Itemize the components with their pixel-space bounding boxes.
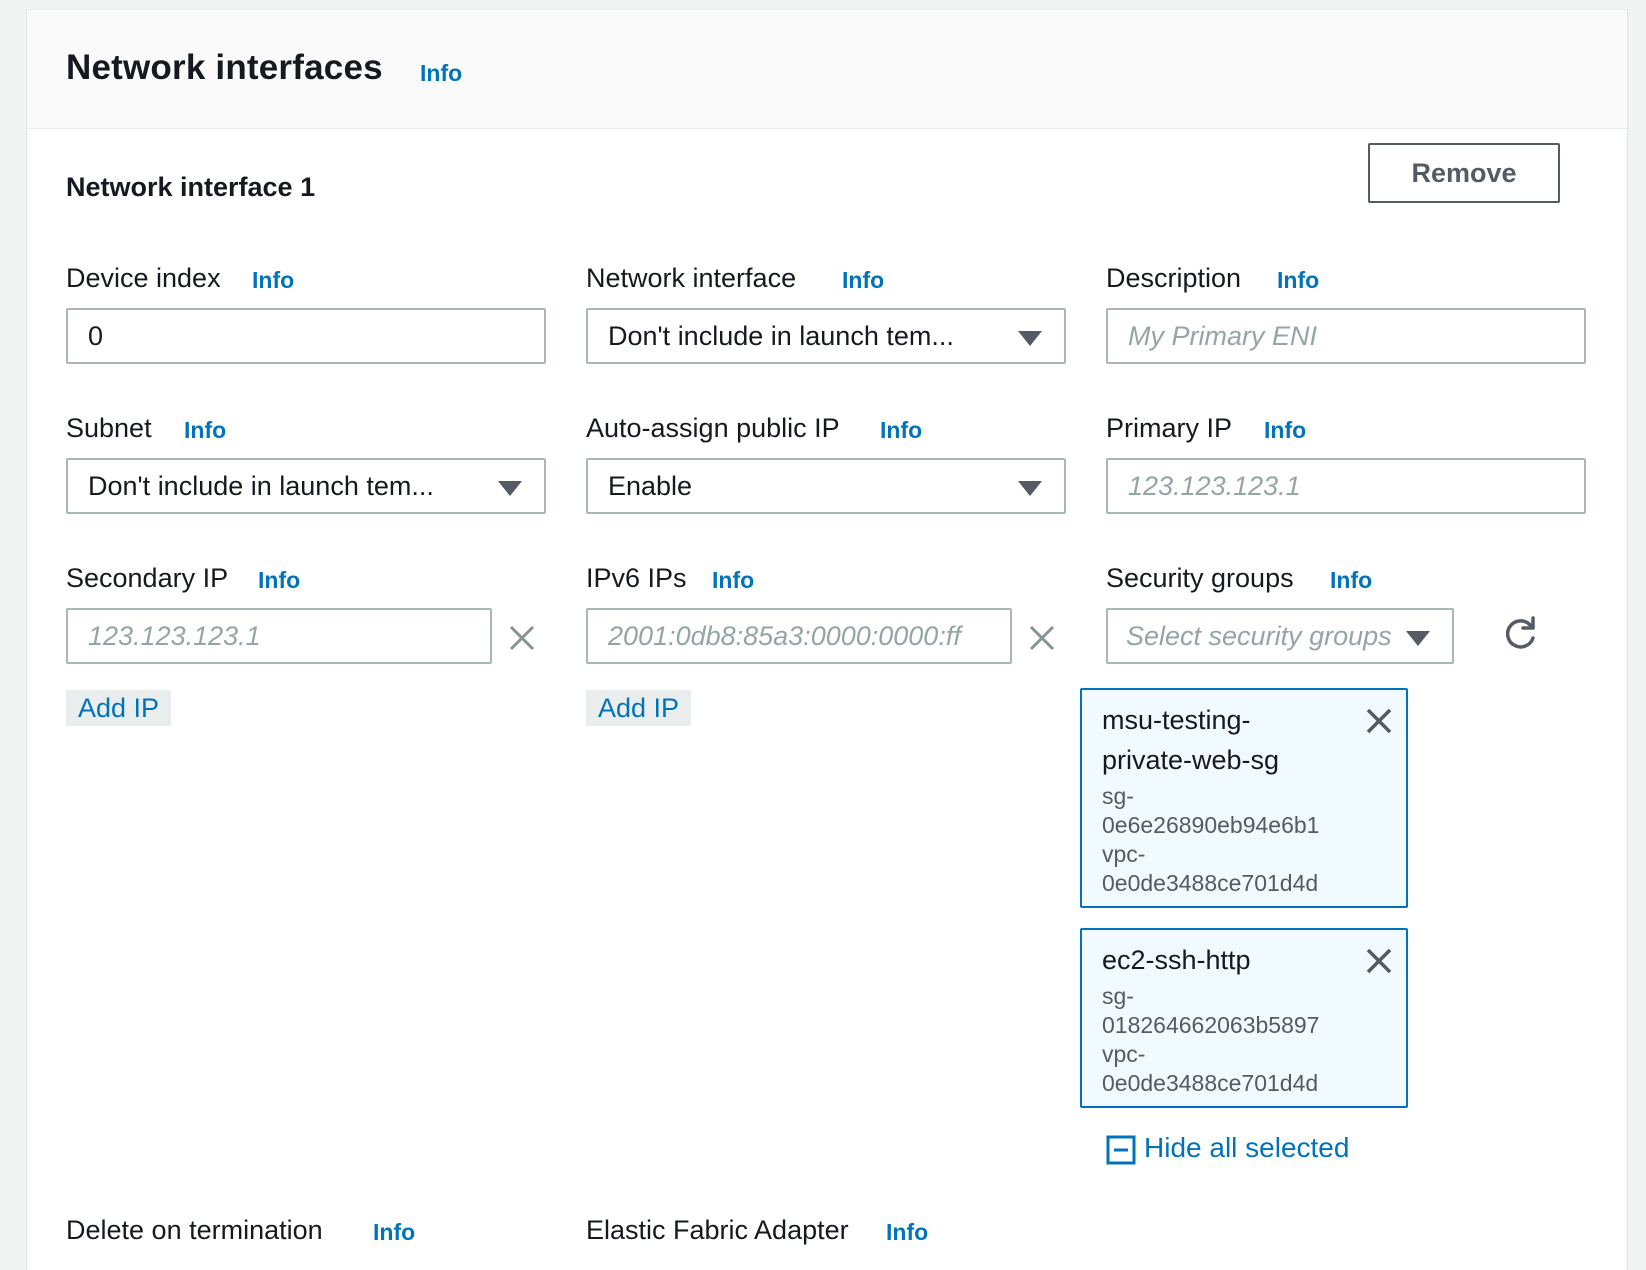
add-ipv6-ip-button[interactable]: Add IP (586, 690, 692, 726)
auto-assign-ip-label: Auto-assign public IP (586, 413, 840, 443)
primary-ip-info-link[interactable]: Info (1264, 417, 1306, 444)
token-sg-id: 018264662063b5897 (1102, 1012, 1320, 1038)
efa-label: Elastic Fabric Adapter (586, 1215, 849, 1245)
remove-button[interactable]: Remove (1368, 143, 1560, 203)
caret-down-icon (1406, 631, 1430, 646)
network-interface-info-link[interactable]: Info (842, 267, 884, 294)
interface-title: Network interface 1 (66, 172, 316, 202)
close-icon[interactable] (1027, 623, 1057, 653)
token-vpc-label: vpc- (1102, 841, 1146, 867)
network-interface-value: Don't include in launch tem... (608, 321, 954, 351)
auto-assign-ip-select[interactable]: Enable (586, 458, 1066, 514)
hide-all-selected-link[interactable]: Hide all selected (1144, 1132, 1349, 1164)
subnet-select[interactable]: Don't include in launch tem... (66, 458, 546, 514)
token-sg-label: sg- (1102, 983, 1134, 1009)
subnet-info-link[interactable]: Info (184, 417, 226, 444)
subnet-value: Don't include in launch tem... (88, 471, 434, 501)
delete-on-termination-label: Delete on termination (66, 1215, 323, 1245)
security-group-token: msu-testing- private-web-sg sg- 0e6e2689… (1080, 688, 1408, 908)
close-icon[interactable] (1364, 706, 1394, 736)
secondary-ip-placeholder: 123.123.123.1 (88, 621, 261, 651)
primary-ip-label: Primary IP (1106, 413, 1233, 443)
security-groups-placeholder: Select security groups (1126, 621, 1392, 651)
description-input[interactable]: My Primary ENI (1106, 308, 1586, 364)
network-interface-select[interactable]: Don't include in launch tem... (586, 308, 1066, 364)
secondary-ip-label: Secondary IP (66, 563, 229, 593)
secondary-ip-info-link[interactable]: Info (258, 567, 300, 594)
description-info-link[interactable]: Info (1277, 267, 1319, 294)
device-index-input[interactable]: 0 (66, 308, 546, 364)
auto-assign-ip-value: Enable (608, 471, 693, 501)
section-info-link[interactable]: Info (420, 60, 462, 87)
caret-down-icon (498, 481, 522, 496)
description-placeholder: My Primary ENI (1128, 321, 1317, 351)
primary-ip-input[interactable]: 123.123.123.1 (1106, 458, 1586, 514)
token-name: msu-testing- (1102, 705, 1251, 735)
network-interface-label: Network interface (586, 263, 797, 293)
description-label: Description (1106, 263, 1242, 293)
close-icon[interactable] (507, 623, 537, 653)
subnet-label: Subnet (66, 413, 152, 443)
token-name: ec2-ssh-http (1102, 945, 1251, 975)
primary-ip-placeholder: 123.123.123.1 (1128, 471, 1301, 501)
device-index-label: Device index (66, 263, 221, 293)
caret-down-icon (1018, 481, 1042, 496)
security-group-token: ec2-ssh-http sg- 018264662063b5897 vpc- … (1080, 928, 1408, 1108)
add-secondary-ip-button[interactable]: Add IP (66, 690, 172, 726)
close-icon[interactable] (1364, 946, 1394, 976)
security-groups-select[interactable]: Select security groups (1106, 608, 1454, 664)
security-groups-info-link[interactable]: Info (1330, 567, 1372, 594)
token-vpc-id: 0e0de3488ce701d4d (1102, 1070, 1319, 1096)
token-sg-label: sg- (1102, 783, 1134, 809)
efa-info-link[interactable]: Info (886, 1219, 928, 1246)
token-sg-id: 0e6e26890eb94e6b1 (1102, 812, 1320, 838)
auto-assign-ip-info-link[interactable]: Info (880, 417, 922, 444)
token-vpc-label: vpc- (1102, 1041, 1146, 1067)
caret-down-icon (1018, 331, 1042, 346)
token-name: private-web-sg (1102, 745, 1280, 775)
ipv6-ips-info-link[interactable]: Info (712, 567, 754, 594)
ipv6-ips-input[interactable]: 2001:0db8:85a3:0000:0000:ff (586, 608, 1012, 664)
device-index-info-link[interactable]: Info (252, 267, 294, 294)
delete-on-termination-info-link[interactable]: Info (373, 1219, 415, 1246)
refresh-icon[interactable] (1500, 614, 1540, 654)
ipv6-ips-label: IPv6 IPs (586, 563, 687, 593)
ipv6-ips-placeholder: 2001:0db8:85a3:0000:0000:ff (608, 621, 961, 651)
page-title: Network interfaces (66, 48, 383, 87)
secondary-ip-input[interactable]: 123.123.123.1 (66, 608, 492, 664)
token-vpc-id: 0e0de3488ce701d4d (1102, 870, 1319, 896)
security-groups-label: Security groups (1106, 563, 1294, 593)
collapse-square-icon[interactable] (1106, 1135, 1136, 1165)
